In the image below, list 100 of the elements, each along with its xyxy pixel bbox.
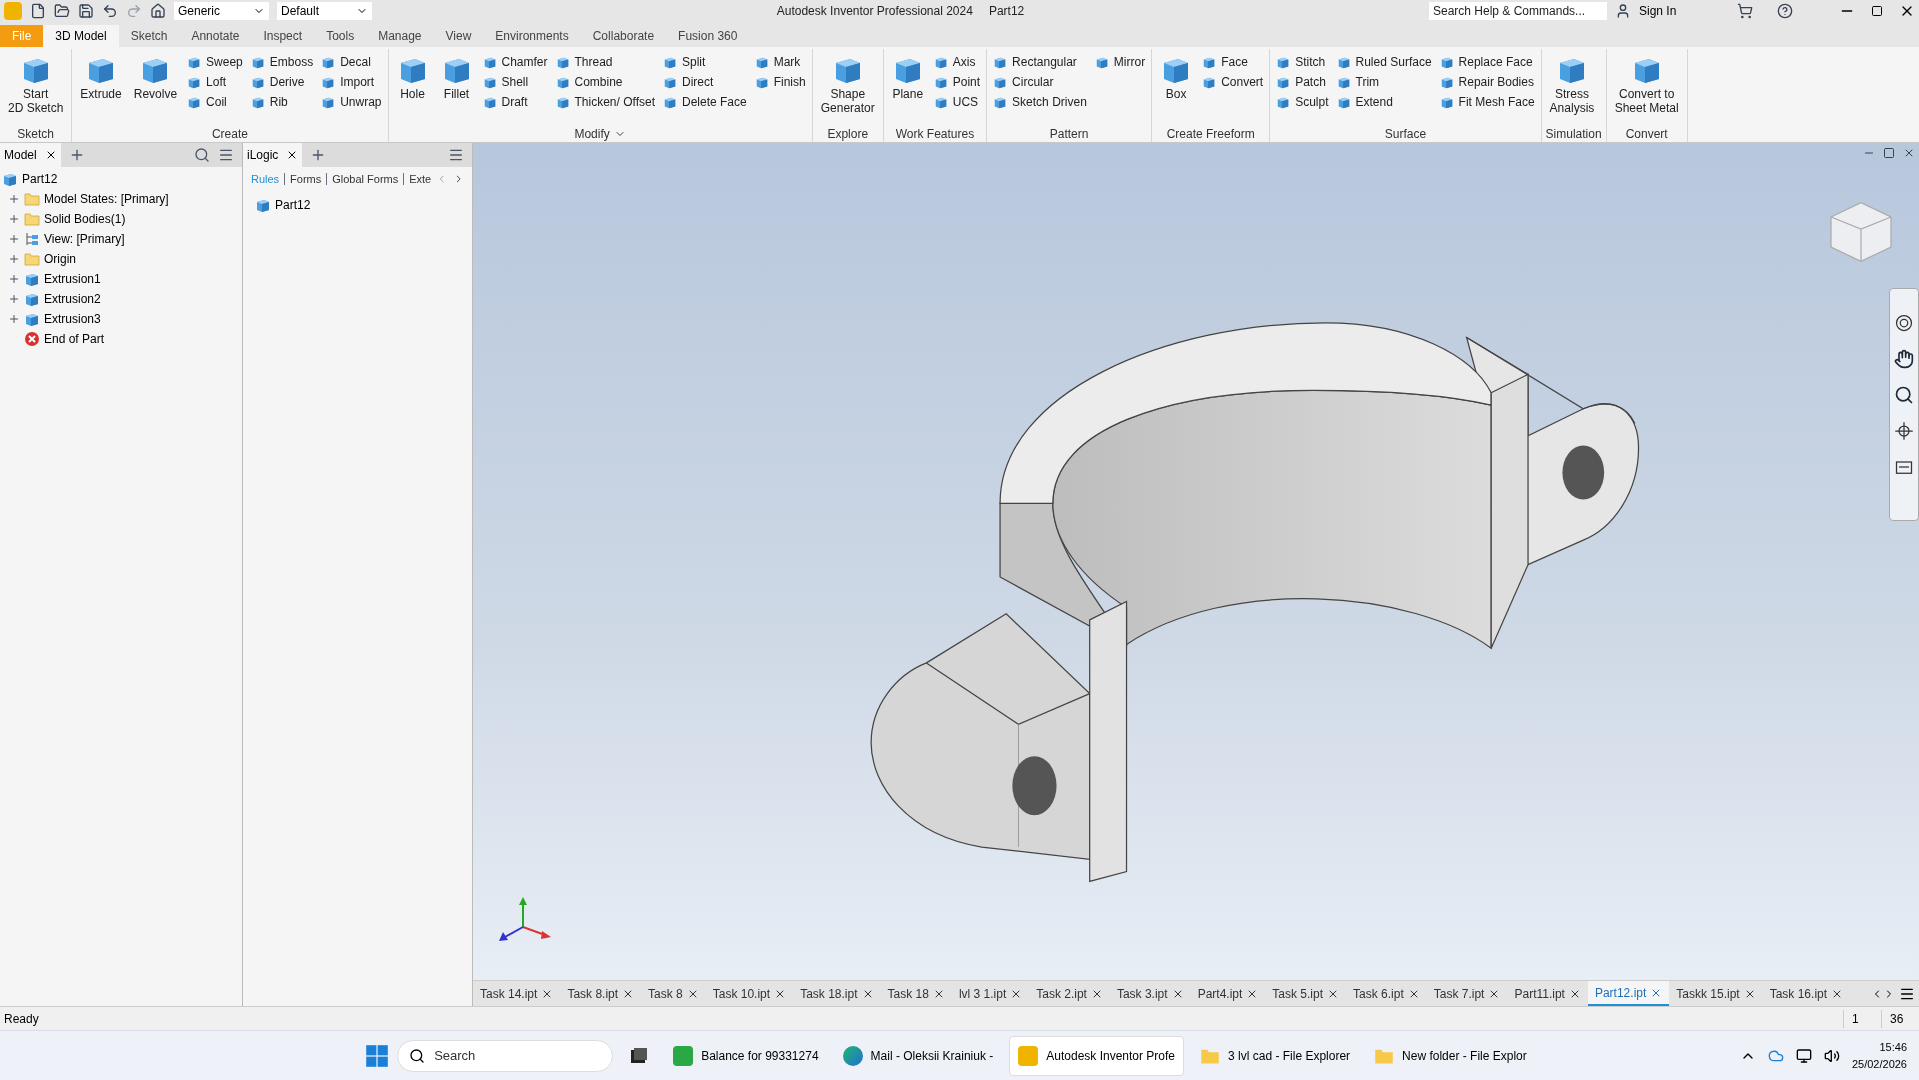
open-icon[interactable] <box>54 3 70 19</box>
large-tool-button[interactable]: Shape Generator <box>816 53 879 126</box>
document-tab[interactable]: Task 16.ipt <box>1762 981 1851 1006</box>
large-tool-button[interactable]: Revolve <box>129 53 182 126</box>
ribbon-tab[interactable]: 3D Model <box>43 25 119 47</box>
tool-button[interactable]: Thicken/ Offset <box>553 93 657 110</box>
ribbon-tab[interactable]: View <box>433 25 484 47</box>
tree-item[interactable]: Extrusion3 <box>44 310 101 328</box>
tool-button[interactable]: Shell <box>480 73 550 90</box>
document-tab[interactable]: Taskk 15.ipt <box>1669 981 1763 1006</box>
tool-button[interactable]: Import <box>319 73 384 90</box>
tool-button[interactable]: Thread <box>553 53 657 70</box>
tree-item[interactable]: Part12 <box>22 170 58 188</box>
tool-button[interactable]: Split <box>661 53 749 70</box>
taskbar-search-field[interactable]: Search <box>397 1039 614 1072</box>
taskbar-app[interactable]: New folder - File Explor <box>1366 1035 1535 1076</box>
tool-button[interactable]: Mirror <box>1092 53 1148 70</box>
document-tab[interactable]: Task 3.ipt <box>1109 981 1191 1006</box>
save-icon[interactable] <box>78 3 94 19</box>
document-tab[interactable]: lvl 3 1.ipt <box>951 981 1030 1006</box>
zoom-icon[interactable] <box>1894 385 1914 405</box>
rule-tab[interactable]: Global Forms <box>332 170 399 188</box>
tool-button[interactable]: Decal <box>319 53 384 70</box>
tool-button[interactable]: Repair Bodies <box>1437 73 1537 90</box>
expand-icon[interactable] <box>8 213 20 225</box>
ribbon-tab[interactable]: Inspect <box>251 25 315 47</box>
expand-icon[interactable] <box>8 253 20 265</box>
new-file-icon[interactable] <box>30 3 46 19</box>
large-tool-button[interactable]: Plane <box>887 53 928 126</box>
ribbon-tab[interactable]: Sketch <box>118 25 180 47</box>
document-tab[interactable]: Part4.ipt <box>1190 981 1266 1006</box>
tool-button[interactable]: Convert <box>1200 73 1266 90</box>
document-tab[interactable]: Task 8 <box>641 981 706 1006</box>
tool-button[interactable]: Loft <box>185 73 245 90</box>
clock-time[interactable]: 15:46 <box>1879 1039 1907 1056</box>
ribbon-tab[interactable]: Tools <box>314 25 367 47</box>
style-dropdown[interactable]: Generic <box>174 2 269 20</box>
large-tool-button[interactable]: Hole <box>392 53 433 126</box>
large-tool-button[interactable]: Start 2D Sketch <box>4 53 68 126</box>
large-tool-button[interactable]: Fillet <box>436 53 477 126</box>
large-tool-button[interactable]: Box <box>1156 53 1197 126</box>
taskbar-app[interactable]: Autodesk Inventor Profe <box>1009 1035 1185 1076</box>
tool-button[interactable]: Circular <box>991 73 1089 90</box>
network-icon[interactable] <box>1795 1047 1812 1064</box>
large-tool-button[interactable]: Extrude <box>76 53 126 126</box>
tree-item[interactable]: Model States: [Primary] <box>44 190 169 208</box>
tool-button[interactable]: Axis <box>931 53 983 70</box>
ribbon-tab[interactable]: Collaborate <box>580 25 667 47</box>
tool-button[interactable]: Sweep <box>185 53 245 70</box>
tree-item[interactable]: Extrusion2 <box>44 290 101 308</box>
tool-button[interactable]: Emboss <box>248 53 316 70</box>
taskbar-app[interactable]: Mail - Oleksii Krainiuk - <box>834 1035 1002 1076</box>
document-tab[interactable]: Task 14.ipt <box>473 981 561 1006</box>
large-tool-button[interactable]: Stress Analysis <box>1545 53 1599 126</box>
tree-item[interactable]: Origin <box>44 250 76 268</box>
steering-wheel-icon[interactable] <box>1894 313 1914 333</box>
tool-button[interactable]: Mark <box>752 53 808 70</box>
expand-icon[interactable] <box>8 273 20 285</box>
document-tab[interactable]: Task 5.ipt <box>1265 981 1347 1006</box>
document-tab[interactable]: Task 6.ipt <box>1346 981 1427 1006</box>
ribbon-tab[interactable]: Manage <box>366 25 434 47</box>
home-icon[interactable] <box>150 3 166 19</box>
tool-button[interactable]: Ruled Surface <box>1334 53 1434 70</box>
pan-icon[interactable] <box>1894 349 1914 369</box>
help-icon[interactable] <box>1777 3 1793 19</box>
document-tab[interactable]: Task 18.ipt <box>793 981 881 1006</box>
tree-item[interactable]: Solid Bodies(1) <box>44 210 126 228</box>
tool-button[interactable]: Delete Face <box>661 93 749 110</box>
rule-tab[interactable]: Forms <box>290 170 322 188</box>
ribbon-tab[interactable]: Environments <box>483 25 581 47</box>
tree-item[interactable]: View: [Primary] <box>44 230 125 248</box>
tool-button[interactable]: Trim <box>1334 73 1434 90</box>
volume-icon[interactable] <box>1823 1047 1840 1064</box>
tool-button[interactable]: Fit Mesh Face <box>1437 93 1537 110</box>
user-icon[interactable] <box>1615 3 1631 19</box>
tool-button[interactable]: Rectangular <box>991 53 1089 70</box>
orbit-icon[interactable] <box>1894 421 1914 441</box>
tool-button[interactable]: Chamfer <box>480 53 550 70</box>
windows-logo-icon[interactable] <box>365 1043 390 1068</box>
panel-tab[interactable]: iLogic <box>243 143 303 167</box>
document-tab[interactable]: Task 8.ipt <box>560 981 642 1006</box>
document-tab[interactable]: Task 18 <box>880 981 952 1006</box>
expand-icon[interactable] <box>8 193 20 205</box>
tool-button[interactable]: Unwrap <box>319 93 384 110</box>
document-tab[interactable]: Task 2.ipt <box>1029 981 1110 1006</box>
tool-button[interactable]: Face <box>1200 53 1266 70</box>
tool-button[interactable]: Sculpt <box>1274 93 1331 110</box>
tool-button[interactable]: UCS <box>931 93 983 110</box>
search-icon[interactable] <box>194 147 210 163</box>
ribbon-tab[interactable]: Annotate <box>179 25 252 47</box>
tool-button[interactable]: Point <box>931 73 983 90</box>
tool-button[interactable]: Coil <box>185 93 245 110</box>
rule-item[interactable]: Part12 <box>275 196 311 214</box>
large-tool-button[interactable]: Convert to Sheet Metal <box>1610 53 1683 126</box>
expand-icon[interactable] <box>8 233 20 245</box>
undo-icon[interactable] <box>102 3 118 19</box>
document-tab[interactable]: Task 7.ipt <box>1426 981 1508 1006</box>
tool-button[interactable]: Extend <box>1334 93 1434 110</box>
appearance-dropdown[interactable]: Default <box>277 2 372 20</box>
tool-button[interactable]: Sketch Driven <box>991 93 1089 110</box>
